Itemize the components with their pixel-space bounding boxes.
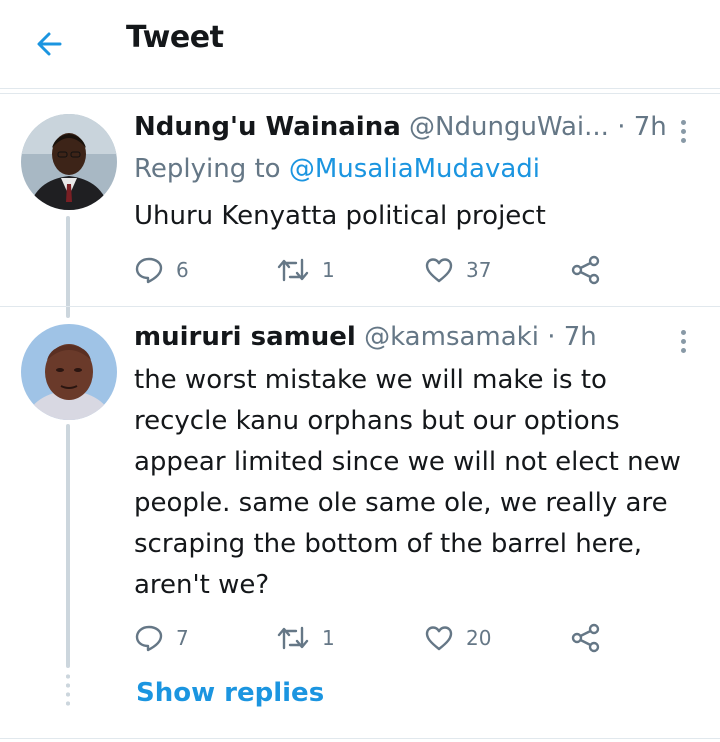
tweet-text: Uhuru Kenyatta political project: [134, 201, 546, 231]
like-count: 20: [466, 626, 492, 650]
bottom-divider: [0, 738, 720, 739]
avatar-image: [21, 114, 117, 210]
thread-connector: [66, 424, 70, 668]
like-button[interactable]: 20: [424, 620, 491, 656]
arrow-left-icon: [37, 32, 62, 56]
heart-icon: [425, 258, 453, 283]
like-button[interactable]: 37: [424, 252, 491, 288]
display-name[interactable]: Ndung'u Wainaina: [134, 112, 401, 142]
avatar-image: [21, 324, 117, 420]
avatar[interactable]: [21, 114, 117, 210]
page-title: Tweet: [126, 20, 224, 55]
reply-count: 7: [176, 626, 189, 650]
heart-icon: [425, 626, 453, 651]
avatar[interactable]: [21, 324, 117, 420]
tweet-actions: 7 1 20: [134, 620, 614, 656]
replying-label: Replying to: [134, 154, 281, 184]
retweet-icon: [277, 626, 309, 650]
replying-to: Replying to @MusaliaMudavadi: [134, 154, 540, 184]
user-handle[interactable]: @NdunguWai...: [409, 112, 609, 142]
back-button[interactable]: [30, 24, 70, 64]
share-icon: [571, 623, 600, 653]
retweet-count: 1: [322, 258, 335, 282]
reply-button[interactable]: 6: [134, 252, 189, 288]
replying-mention[interactable]: @MusaliaMudavadi: [289, 154, 540, 184]
reply-icon: [135, 257, 163, 284]
tweet-header: Ndung'u Wainaina @NdunguWai... · 7h: [134, 112, 667, 142]
retweet-icon: [277, 258, 309, 282]
top-bar: Tweet: [0, 0, 720, 84]
thread-connector: [66, 216, 70, 318]
tweet-time: · 7h: [617, 112, 667, 142]
tweet-header: muiruri samuel @kamsamaki · 7h: [134, 322, 597, 352]
share-icon: [571, 255, 600, 285]
tweet-time: · 7h: [547, 322, 597, 352]
user-handle[interactable]: @kamsamaki: [364, 322, 539, 352]
retweet-button[interactable]: 1: [276, 620, 335, 656]
share-button[interactable]: [570, 620, 602, 656]
retweet-button[interactable]: 1: [276, 252, 335, 288]
tweet-divider: [0, 306, 720, 307]
share-button[interactable]: [570, 252, 602, 288]
more-options-icon[interactable]: [680, 120, 688, 147]
header-divider: [0, 88, 720, 89]
header-divider: [0, 93, 720, 94]
display-name[interactable]: muiruri samuel: [134, 322, 356, 352]
tweet-actions: 6 1 37: [134, 252, 614, 288]
more-options-icon[interactable]: [680, 330, 688, 357]
reply-icon: [135, 625, 163, 652]
like-count: 37: [466, 258, 492, 282]
retweet-count: 1: [322, 626, 335, 650]
tweet-text: the worst mistake we will make is to rec…: [134, 365, 681, 600]
reply-button[interactable]: 7: [134, 620, 189, 656]
thread-more-dots: [66, 672, 70, 708]
reply-count: 6: [176, 258, 189, 282]
show-replies-link[interactable]: Show replies: [136, 678, 324, 708]
